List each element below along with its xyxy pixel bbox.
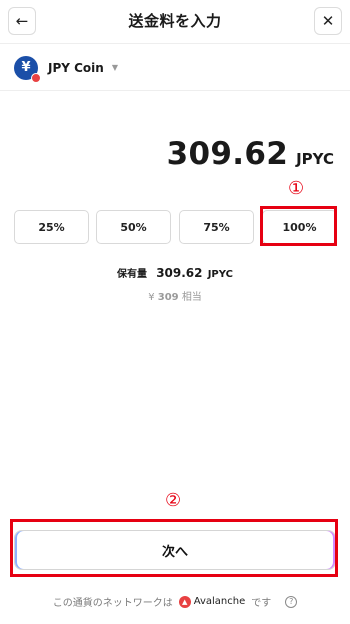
yen-equivalent: ¥ 309 相当 [0,288,350,303]
amount-display[interactable]: 309.62 JPYC [167,136,334,172]
coin-name: JPY Coin [48,60,104,75]
amount-unit: JPYC [296,150,334,168]
yen-prefix: ¥ [148,292,155,303]
annotation-number-2: ② [165,490,182,511]
percent-50-button[interactable]: 50% [96,210,171,244]
percent-25-button[interactable]: 25% [14,210,89,244]
help-icon[interactable]: ? [285,595,298,608]
close-button[interactable]: ✕ [314,7,342,35]
yen-symbol: ¥ [21,60,31,75]
holding-unit: JPYC [207,269,233,280]
amount-value: 309.62 [166,136,289,172]
yen-value: 309 [157,292,179,303]
highlight-box-100 [260,206,337,246]
avalanche-icon: ▲ [178,595,191,608]
network-prefix: この通貨のネットワークは [52,598,173,609]
network-suffix: です [251,598,272,609]
percent-75-button[interactable]: 75% [179,210,254,244]
network-name: Avalanche [193,596,246,607]
chevron-down-icon: ▼ [111,63,118,72]
network-note: この通貨のネットワークは ▲ Avalanche です ? [0,594,350,609]
close-icon: ✕ [321,12,335,30]
annotation-number-1: ① [288,178,305,199]
holding-value: 309.62 [156,266,203,280]
yen-suffix: 相当 [181,292,202,303]
holding-label: 保有量 [117,269,148,280]
coin-selector[interactable]: ¥ JPY Coin ▼ [0,45,350,91]
holding-balance: 保有量 309.62 JPYC [0,265,350,280]
jpyc-coin-icon: ¥ [14,55,41,83]
avalanche-badge-icon [31,72,41,83]
highlight-box-next [10,519,338,577]
header-bar: ← 送金料を入力 ✕ [0,0,350,44]
page-title: 送金料を入力 [128,12,222,30]
